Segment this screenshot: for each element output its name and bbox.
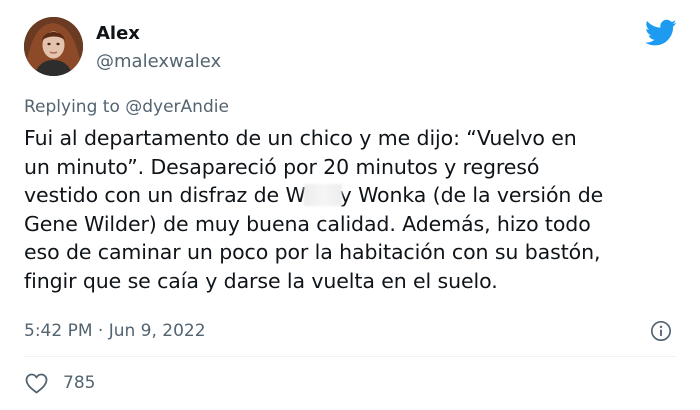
divider bbox=[24, 356, 676, 357]
info-icon[interactable] bbox=[650, 320, 672, 342]
tweet-line: fingir que se caía y darse la vuelta en … bbox=[24, 268, 498, 293]
replying-to: Replying to @dyerAndie bbox=[24, 96, 229, 118]
tweet-line: Gene Wilder) de muy buena calidad. Ademá… bbox=[24, 211, 591, 236]
author-handle[interactable]: @malexwalex bbox=[96, 51, 221, 73]
tweet-line-part: y Wonka (de la versión de bbox=[339, 183, 604, 208]
avatar[interactable] bbox=[24, 17, 83, 76]
redacted-blur bbox=[303, 184, 342, 207]
twitter-bird-icon bbox=[645, 19, 677, 46]
tweet-line-part: vestido con un disfraz de W bbox=[24, 183, 306, 208]
tweet-line: Fui al departamento de un chico y me dij… bbox=[24, 126, 577, 150]
tweet-text: Fui al departamento de un chico y me dij… bbox=[24, 124, 689, 296]
tweet-line: un minuto”. Desapareció por 20 minutos y… bbox=[24, 154, 540, 179]
tweet-timestamp[interactable]: 5:42 PM · Jun 9, 2022 bbox=[24, 320, 206, 342]
heart-icon[interactable] bbox=[24, 372, 49, 394]
reply-mention-link[interactable]: @dyerAndie bbox=[125, 97, 229, 117]
tweet-line: eso de caminar un poco por la habitación… bbox=[24, 240, 601, 265]
author-name[interactable]: Alex bbox=[96, 23, 140, 45]
like-count[interactable]: 785 bbox=[63, 372, 95, 394]
replying-prefix: Replying to bbox=[24, 97, 126, 117]
tweet-line: vestido con un disfraz de W y Wonka (de l… bbox=[24, 181, 689, 210]
